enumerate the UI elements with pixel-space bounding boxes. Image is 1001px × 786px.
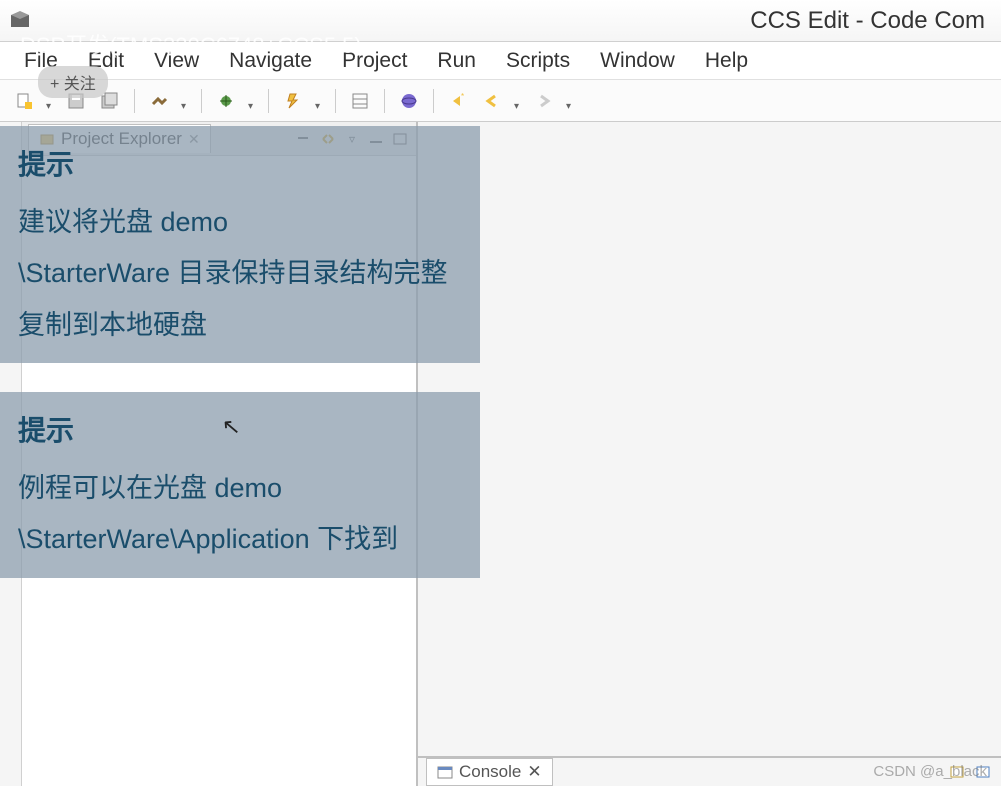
debug-button[interactable] — [212, 87, 240, 115]
tip-title: 提示 — [18, 138, 462, 191]
toolbar-separator — [201, 89, 202, 113]
close-icon[interactable]: ✕ — [527, 762, 541, 782]
menu-window[interactable]: Window — [586, 43, 689, 79]
build-dropdown[interactable] — [181, 96, 191, 106]
grid-button[interactable] — [346, 87, 374, 115]
flash-button[interactable] — [279, 87, 307, 115]
console-tab[interactable]: Console ✕ — [426, 758, 553, 786]
toolbar: * — [0, 80, 1001, 122]
svg-text:*: * — [461, 92, 464, 101]
build-button[interactable] — [145, 87, 173, 115]
debug-dropdown[interactable] — [248, 96, 258, 106]
menu-scripts[interactable]: Scripts — [492, 43, 584, 79]
follow-badge[interactable]: + 关注 — [38, 66, 108, 98]
new-button[interactable] — [10, 87, 38, 115]
tip-body: 建议将光盘 demo \StarterWare 目录保持目录结构完整复制到本地硬… — [18, 197, 462, 351]
nav-back-button[interactable] — [478, 87, 506, 115]
console-label: Console — [459, 762, 521, 782]
toolbar-separator — [433, 89, 434, 113]
console-icon — [437, 764, 453, 780]
toolbar-separator — [384, 89, 385, 113]
sphere-button[interactable] — [395, 87, 423, 115]
menu-run[interactable]: Run — [423, 43, 490, 79]
editor-area[interactable]: Console ✕ — [418, 122, 1001, 786]
watermark: CSDN @a_black — [873, 763, 987, 780]
nav-back-star-button[interactable]: * — [444, 87, 472, 115]
toolbar-separator — [134, 89, 135, 113]
toolbar-separator — [268, 89, 269, 113]
nav-forward-button[interactable] — [530, 87, 558, 115]
toolbar-separator — [335, 89, 336, 113]
flash-dropdown[interactable] — [315, 96, 325, 106]
menu-help[interactable]: Help — [691, 43, 762, 79]
nav-forward-dropdown[interactable] — [566, 96, 576, 106]
overlay-label: DSP开发(TMS320C6748+CCS5.5) — [20, 28, 362, 60]
tip-box-1: 提示 建议将光盘 demo \StarterWare 目录保持目录结构完整复制到… — [0, 126, 480, 363]
tip-body: 例程可以在光盘 demo \StarterWare\Application 下找… — [18, 463, 462, 566]
tip-box-2: 提示 例程可以在光盘 demo \StarterWare\Application… — [0, 392, 480, 578]
cursor-icon: ↖ — [221, 413, 242, 441]
nav-back-dropdown[interactable] — [514, 96, 524, 106]
